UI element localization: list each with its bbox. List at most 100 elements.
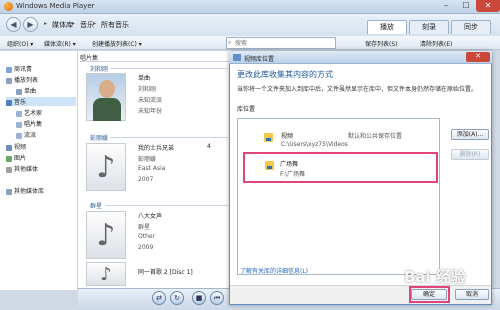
divider <box>110 137 228 138</box>
picture-icon <box>6 155 12 162</box>
user-icon <box>6 66 12 73</box>
organize-menu[interactable]: 组织(O) ▾ <box>7 39 33 48</box>
stop-button[interactable]: ■ <box>192 291 206 305</box>
album-artist: 彭丽媛 <box>138 156 157 163</box>
track-number: 4 <box>207 143 211 150</box>
tab-sync[interactable]: 同步 <box>451 20 491 34</box>
folder-path: C:\Users\xyz75\Videos <box>281 141 348 148</box>
dialog-description: 当你将一个文件夹加入到库中后，文件虽然显示在库中，但文件本身仍然存储在原始位置。 <box>237 86 478 93</box>
stream-menu[interactable]: 媒体流(R) ▾ <box>44 39 76 48</box>
music-note-icon[interactable]: ♪ <box>86 211 126 259</box>
album-genre: Other <box>138 233 156 240</box>
other-media-icon <box>6 166 12 173</box>
chevron-right-icon: ▸ <box>72 20 76 27</box>
video-library-icon <box>233 54 241 61</box>
music-note-icon[interactable]: ♪ <box>86 143 126 191</box>
tab-play[interactable]: 播放 <box>367 20 407 34</box>
wmp-logo-icon <box>4 2 13 11</box>
sidebar-item-artist[interactable]: 艺术家 <box>16 108 42 117</box>
album-title[interactable]: 我的士兵兄弟 <box>138 143 174 152</box>
sidebar-item-playlists[interactable]: 播放列表 <box>6 75 38 84</box>
breadcrumb-library[interactable]: 媒体库 <box>52 20 73 30</box>
back-button[interactable]: ◀ <box>6 17 21 32</box>
face-shape <box>99 80 115 98</box>
folder-name[interactable]: 视频 <box>281 131 293 140</box>
album-genre: 未知流派 <box>138 97 163 104</box>
remove-folder-button[interactable]: 删除(R) <box>451 149 489 160</box>
group-header: 群星 <box>90 203 103 210</box>
album-year: 2009 <box>138 244 154 251</box>
arrow-right-icon: ▶ <box>27 20 34 29</box>
chevron-right-icon: ▸ <box>44 20 48 27</box>
folder-name[interactable]: 广场舞 <box>280 159 298 168</box>
close-icon: ✕ <box>475 52 481 60</box>
uniform-shape <box>93 98 121 121</box>
window-title: Windows Media Player <box>16 2 95 10</box>
video-icon <box>266 138 271 141</box>
breadcrumb-music[interactable]: 音乐 <box>80 20 94 30</box>
divider <box>106 205 228 206</box>
tab-burn[interactable]: 刻录 <box>409 20 449 34</box>
music-note-icon[interactable]: ♪ <box>86 262 126 286</box>
genre-icon <box>16 132 22 139</box>
dialog-heading: 更改此库收集其内容的方式 <box>237 70 333 79</box>
search-input[interactable]: 搜索 <box>226 37 336 49</box>
divider <box>110 68 228 69</box>
sidebar-item-videos[interactable]: 视频 <box>6 142 26 151</box>
playlist-icon <box>6 77 12 84</box>
create-playlist-menu[interactable]: 创建播放列表(C) ▾ <box>92 39 142 48</box>
cancel-button[interactable]: 取消 <box>455 289 489 300</box>
album-genre: East Asia <box>138 165 166 172</box>
baidu-watermark: Bai 经验 <box>404 268 466 286</box>
album-title[interactable]: 同一首歌 2 [Disc 1] <box>138 267 193 276</box>
artist-icon <box>16 110 22 117</box>
sidebar-item-other-media[interactable]: 其他媒体 <box>6 164 38 173</box>
stop-icon: ■ <box>195 294 203 302</box>
sidebar-item-other-libraries[interactable]: 其他媒体库 <box>6 186 44 195</box>
sidebar-item-user[interactable]: 周讯青 <box>6 64 32 73</box>
album-title[interactable]: 单曲 <box>138 73 150 82</box>
album-year: 未知年份 <box>138 108 163 115</box>
video-icon <box>267 166 272 169</box>
save-list-button[interactable]: 保存列表(S) <box>365 39 398 48</box>
library-icon <box>6 188 12 195</box>
sidebar-item-pictures[interactable]: 图片 <box>6 153 26 162</box>
sidebar-item-genre[interactable]: 流派 <box>16 130 36 139</box>
album-artist: 群星 <box>138 224 151 231</box>
ok-button[interactable]: 确定 <box>411 289 447 300</box>
music-note-icon <box>6 99 12 106</box>
dialog-footer <box>230 285 491 304</box>
minimize-button[interactable]: – <box>436 0 456 12</box>
repeat-icon: ↻ <box>174 294 180 302</box>
sidebar-item-music[interactable]: 音乐 <box>6 97 76 106</box>
arrow-left-icon: ◀ <box>10 20 17 29</box>
album-title[interactable]: 八大女声 <box>138 211 162 220</box>
repeat-button[interactable]: ↻ <box>170 291 184 305</box>
sidebar-item-singles[interactable]: 单曲 <box>16 86 36 95</box>
dialog-title: 视频库位置 <box>244 56 275 63</box>
forward-button[interactable]: ▶ <box>23 17 38 32</box>
shuffle-button[interactable]: ⇄ <box>152 291 166 305</box>
breadcrumb-all-music[interactable]: 所有音乐 <box>101 20 129 30</box>
maximize-button[interactable]: ☐ <box>456 0 476 12</box>
add-folder-button[interactable]: 添加(A)... <box>451 129 489 140</box>
chevron-right-icon: ▸ <box>93 20 97 27</box>
dialog-close-button[interactable]: ✕ <box>466 52 490 62</box>
album-art-photo[interactable] <box>86 73 126 121</box>
folder-note: 默认和公共保存位置 <box>348 133 403 140</box>
group-header: 刘和刚 <box>90 66 109 73</box>
playlist-icon <box>16 88 22 95</box>
clear-list-button[interactable]: 清除列表(E) <box>420 39 452 48</box>
album-year: 2007 <box>138 176 154 183</box>
library-locations-label: 库位置 <box>237 106 256 113</box>
album-artist: 刘和刚 <box>138 86 157 93</box>
shuffle-icon: ⇄ <box>156 294 162 302</box>
search-icon: ⌕ <box>228 39 232 46</box>
divider <box>80 61 230 62</box>
sidebar-item-album[interactable]: 唱片集 <box>16 119 42 128</box>
previous-icon: ⏮ <box>213 294 221 302</box>
group-header: 彭丽媛 <box>90 135 109 142</box>
learn-more-link[interactable]: 了解有关库的详细信息(L) <box>240 266 308 275</box>
previous-button[interactable]: ⏮ <box>210 291 224 305</box>
close-button[interactable]: ✕ <box>476 0 500 12</box>
